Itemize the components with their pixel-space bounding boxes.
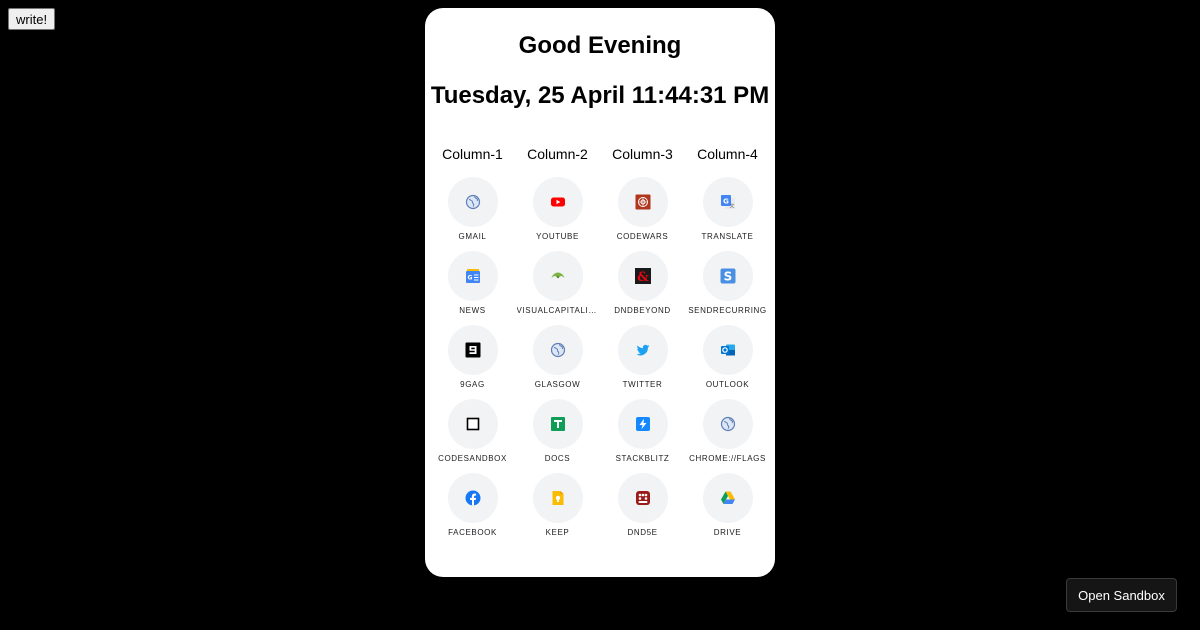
shortcut-stackblitz[interactable]: STACKBLITZ [600, 399, 685, 473]
codesandbox-icon [447, 399, 498, 449]
dndbeyond-icon: & [617, 251, 668, 301]
codewars-icon [617, 177, 668, 227]
shortcut-visualcapitalist[interactable]: VISUALCAPITALIST [515, 251, 600, 325]
column-header: Column-4 [697, 146, 758, 162]
shortcut-sendrecurring[interactable]: S SENDRECURRING [685, 251, 770, 325]
svg-text:G: G [723, 198, 729, 206]
shortcut-dndbeyond[interactable]: & DNDBEYOND [600, 251, 685, 325]
shortcut-grid: GMAIL YOUTUBE CODEWARS G文 TRANSLATE G NE [430, 177, 770, 547]
shortcut-gmail[interactable]: GMAIL [430, 177, 515, 251]
greeting: Good Evening [518, 32, 682, 59]
shortcut-label: CODESANDBOX [438, 454, 507, 463]
shortcut-drive[interactable]: DRIVE [685, 473, 770, 547]
shortcut-label: STACKBLITZ [615, 454, 670, 463]
drive-icon [702, 473, 753, 523]
9gag-icon [447, 325, 498, 375]
column-header: Column-2 [527, 146, 588, 162]
facebook-icon [447, 473, 498, 523]
dnd5e-icon [617, 473, 668, 523]
shortcut-youtube[interactable]: YOUTUBE [515, 177, 600, 251]
shortcut-dnd5e[interactable]: DND5E [600, 473, 685, 547]
shortcut-news[interactable]: G NEWS [430, 251, 515, 325]
column-headers: Column-1 Column-2 Column-3 Column-4 [430, 146, 770, 162]
globe-icon [447, 177, 498, 227]
shortcut-label: CHROME://FLAGS [689, 454, 766, 463]
news-icon: G [447, 251, 498, 301]
svg-text:G: G [467, 275, 472, 282]
shortcut-label: TWITTER [622, 380, 663, 389]
stackblitz-icon [617, 399, 668, 449]
shortcut-label: YOUTUBE [536, 232, 579, 241]
shortcut-codesandbox[interactable]: CODESANDBOX [430, 399, 515, 473]
column-header: Column-1 [442, 146, 503, 162]
open-sandbox-button[interactable]: Open Sandbox [1066, 578, 1177, 612]
column-header: Column-3 [612, 146, 673, 162]
sendrecurring-icon: S [702, 251, 753, 301]
shortcut-label: DNDBEYOND [614, 306, 671, 315]
visualcapitalist-icon [532, 251, 583, 301]
shortcut-label: 9GAG [460, 380, 485, 389]
shortcut-chrome-flags[interactable]: CHROME://FLAGS [685, 399, 770, 473]
shortcut-label: CODEWARS [616, 232, 669, 241]
shortcut-label: NEWS [459, 306, 486, 315]
shortcut-label: DRIVE [713, 528, 742, 537]
translate-icon: G文 [702, 177, 753, 227]
shortcut-9gag[interactable]: 9GAG [430, 325, 515, 399]
shortcut-label: DND5E [627, 528, 658, 537]
datetime: Tuesday, 25 April 11:44:31 PM [430, 82, 770, 109]
twitter-icon [617, 325, 668, 375]
shortcut-outlook[interactable]: OUTLOOK [685, 325, 770, 399]
shortcut-label: SENDRECURRING [688, 306, 767, 315]
keep-icon [532, 473, 583, 523]
new-tab-card: Good Evening Tuesday, 25 April 11:44:31 … [425, 8, 775, 577]
globe-icon [702, 399, 753, 449]
docs-icon [532, 399, 583, 449]
shortcut-label: FACEBOOK [448, 528, 497, 537]
shortcut-label: TRANSLATE [701, 232, 754, 241]
shortcut-keep[interactable]: KEEP [515, 473, 600, 547]
shortcut-facebook[interactable]: FACEBOOK [430, 473, 515, 547]
shortcut-docs[interactable]: DOCS [515, 399, 600, 473]
globe-icon [532, 325, 583, 375]
svg-text:S: S [723, 270, 732, 284]
svg-text:文: 文 [729, 203, 734, 210]
shortcut-label: KEEP [545, 528, 570, 537]
svg-text:&: & [637, 270, 649, 284]
youtube-icon [532, 177, 583, 227]
shortcut-glasgow[interactable]: GLASGOW [515, 325, 600, 399]
shortcut-translate[interactable]: G文 TRANSLATE [685, 177, 770, 251]
shortcut-label: DOCS [544, 454, 571, 463]
shortcut-label: VISUALCAPITALIST [516, 306, 599, 315]
shortcut-label: GLASGOW [534, 380, 581, 389]
write-button[interactable]: write! [8, 8, 56, 30]
shortcut-label: GMAIL [458, 232, 487, 241]
shortcut-codewars[interactable]: CODEWARS [600, 177, 685, 251]
outlook-icon [702, 325, 753, 375]
shortcut-label: OUTLOOK [705, 380, 750, 389]
shortcut-twitter[interactable]: TWITTER [600, 325, 685, 399]
